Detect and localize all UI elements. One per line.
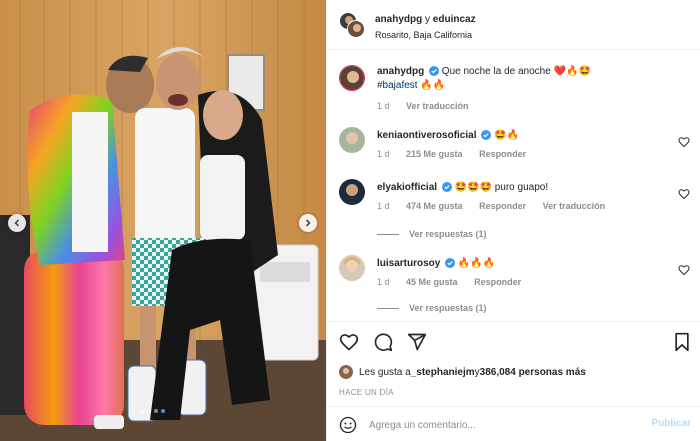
- emoji-icon[interactable]: [339, 416, 357, 434]
- replies-divider: [377, 307, 399, 309]
- avatar[interactable]: [339, 127, 365, 153]
- comment-username[interactable]: luisarturosoy: [377, 258, 440, 269]
- comment-reply-button[interactable]: Responder: [474, 277, 521, 287]
- view-replies-label: Ver respuestas (1): [409, 303, 487, 313]
- caption-meta: 1 d Ver traducción: [377, 101, 483, 111]
- avatar[interactable]: [339, 255, 365, 281]
- caption-text: Que noche la de anoche ❤️🔥🤩: [441, 66, 591, 77]
- carousel-next-button[interactable]: [299, 214, 317, 232]
- heart-icon[interactable]: [678, 136, 690, 148]
- comment-likes[interactable]: 474 Me gusta: [406, 201, 463, 211]
- avatar[interactable]: [347, 20, 365, 38]
- likes-prefix: Les gusta a: [359, 366, 411, 378]
- caption-body: anahydpg Que noche la de anoche ❤️🔥🤩 #ba…: [377, 65, 677, 93]
- carousel-prev-button[interactable]: [8, 214, 26, 232]
- bookmark-icon[interactable]: [673, 332, 691, 352]
- comment-likes[interactable]: 215 Me gusta: [406, 149, 463, 159]
- caption-hashtag[interactable]: #bajafest: [377, 80, 418, 91]
- avatar[interactable]: [339, 179, 365, 205]
- post-photo: [0, 0, 326, 441]
- comment-reply-button[interactable]: Responder: [479, 149, 526, 159]
- post-header: anahydpg y eduincaz Rosarito, Baja Calif…: [327, 0, 700, 50]
- verified-icon: [429, 66, 440, 76]
- comment-text: 🔥🔥🔥: [457, 258, 496, 269]
- publish-button[interactable]: Publicar: [652, 418, 691, 429]
- post-time-ago[interactable]: HACE UN DÍA: [339, 388, 394, 397]
- view-replies-button[interactable]: Ver respuestas (1): [377, 303, 487, 313]
- carousel-dot: [147, 409, 151, 413]
- caption-item: anahydpg Que noche la de anoche ❤️🔥🤩 #ba…: [339, 65, 694, 115]
- comments-list: anahydpg Que noche la de anoche ❤️🔥🤩 #ba…: [327, 51, 700, 321]
- view-replies-label: Ver respuestas (1): [409, 229, 487, 239]
- comment-item: keniaontiverosoficial 🤩🔥 1 d 215 Me gust…: [339, 127, 694, 167]
- comment-item: elyakiofficial 🤩🤩🤩 puro guapo! 1 d 474 M…: [339, 179, 694, 245]
- comment-username[interactable]: keniaontiverosoficial: [377, 130, 476, 141]
- caption-time: 1 d: [377, 101, 390, 111]
- likes-count[interactable]: 386,084 personas más: [480, 367, 586, 378]
- comment-body: luisarturosoy 🔥🔥🔥: [377, 257, 677, 271]
- comment-meta: 1 d 474 Me gusta Responder Ver traducció…: [377, 201, 619, 211]
- view-replies-button[interactable]: Ver respuestas (1): [377, 229, 487, 239]
- likes-summary[interactable]: Les gusta a _stephaniejm y 386,084 perso…: [339, 365, 586, 379]
- likes-user[interactable]: _stephaniejm: [411, 367, 475, 378]
- comment-time: 1 d: [377, 149, 390, 159]
- replies-divider: [377, 233, 399, 235]
- chevron-left-icon: [14, 219, 19, 227]
- chevron-right-icon: [306, 219, 311, 227]
- add-comment-bar: Publicar: [327, 406, 700, 441]
- post-side-panel: anahydpg y eduincaz Rosarito, Baja Calif…: [326, 0, 700, 441]
- comment-translate-link[interactable]: Ver traducción: [543, 201, 606, 211]
- comment-input[interactable]: [369, 416, 639, 434]
- header-user2[interactable]: eduincaz: [433, 14, 476, 25]
- caption-translate-link[interactable]: Ver traducción: [406, 101, 469, 111]
- comment-time: 1 d: [377, 201, 390, 211]
- verified-icon: [481, 130, 492, 140]
- carousel-dots: [140, 409, 165, 413]
- action-icons: [339, 332, 427, 352]
- comment-reply-button[interactable]: Responder: [479, 201, 526, 211]
- instagram-post: anahydpg y eduincaz Rosarito, Baja Calif…: [0, 0, 700, 441]
- comment-meta: 1 d 45 Me gusta Responder: [377, 277, 535, 287]
- carousel-dot: [154, 409, 158, 413]
- comment-username[interactable]: elyakiofficial: [377, 182, 437, 193]
- comment-body: keniaontiverosoficial 🤩🔥: [377, 129, 677, 143]
- caption-username[interactable]: anahydpg: [377, 66, 424, 77]
- comment-likes[interactable]: 45 Me gusta: [406, 277, 458, 287]
- carousel-dot-active: [161, 409, 165, 413]
- caption-trailing: 🔥🔥: [417, 80, 446, 91]
- post-actions: Les gusta a _stephaniejm y 386,084 perso…: [327, 321, 700, 441]
- post-location[interactable]: Rosarito, Baja California: [375, 30, 472, 40]
- avatar[interactable]: [339, 365, 353, 379]
- heart-icon[interactable]: [678, 264, 690, 276]
- comment-meta: 1 d 215 Me gusta Responder: [377, 149, 540, 159]
- comment-body: elyakiofficial 🤩🤩🤩 puro guapo!: [377, 181, 677, 195]
- verified-icon: [441, 182, 452, 192]
- heart-icon[interactable]: [678, 188, 690, 200]
- post-media[interactable]: [0, 0, 326, 441]
- comment-icon[interactable]: [373, 332, 393, 352]
- collab-avatars[interactable]: [339, 12, 365, 38]
- share-icon[interactable]: [407, 332, 427, 352]
- comment-item: luisarturosoy 🔥🔥🔥 1 d 45 Me gusta Respon…: [339, 255, 694, 321]
- comment-time: 1 d: [377, 277, 390, 287]
- header-connector: y: [422, 14, 433, 25]
- comment-text: 🤩🤩🤩 puro guapo!: [454, 182, 549, 193]
- comment-text: 🤩🔥: [494, 130, 519, 141]
- avatar[interactable]: [339, 65, 365, 91]
- header-user1[interactable]: anahydpg: [375, 14, 422, 25]
- header-usernames: anahydpg y eduincaz: [375, 14, 476, 25]
- carousel-dot: [140, 409, 144, 413]
- verified-icon: [445, 258, 456, 268]
- heart-icon[interactable]: [339, 332, 359, 352]
